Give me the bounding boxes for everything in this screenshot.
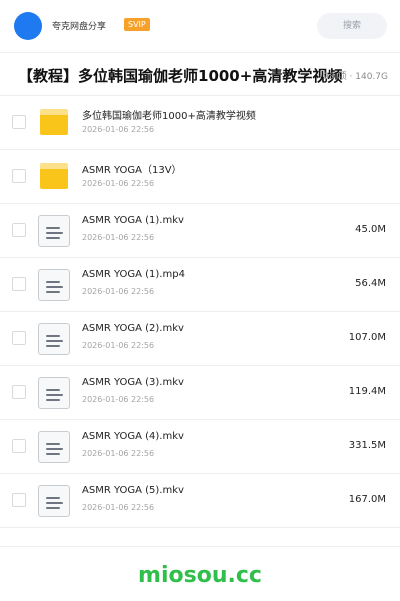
file-size: 56.4M (355, 278, 386, 289)
file-icon-box (38, 215, 70, 247)
file-row[interactable]: 多位韩国瑜伽老师1000+高清教学视频 2026-01-06 22:56 (0, 96, 400, 150)
file-icon (38, 215, 70, 247)
file-row[interactable]: ASMR YOGA (3).mkv 2026-01-06 22:56 119.4… (0, 366, 400, 420)
file-icon-line (46, 389, 60, 391)
file-name: ASMR YOGA (1).mkv (82, 215, 184, 226)
folder-icon (38, 161, 70, 193)
file-date: 2026-01-06 22:56 (82, 179, 155, 188)
file-size: 119.4M (348, 386, 386, 397)
file-name: 多位韩国瑜伽老师1000+高清教学视频 (82, 111, 256, 122)
file-icon (38, 269, 70, 301)
file-icon-line (46, 237, 60, 239)
file-icon-line (46, 394, 63, 396)
file-size: 107.0M (348, 332, 386, 343)
user-avatar[interactable] (14, 12, 42, 40)
file-row[interactable]: ASMR YOGA (4).mkv 2026-01-06 22:56 331.5… (0, 420, 400, 474)
file-icon-line (46, 453, 60, 455)
file-icon-line (46, 335, 60, 337)
share-meta: 93 项 · 140.7G (323, 72, 388, 82)
file-icon-line (46, 448, 63, 450)
select-checkbox[interactable] (12, 331, 26, 345)
select-checkbox[interactable] (12, 439, 26, 453)
select-checkbox[interactable] (12, 223, 26, 237)
file-name: ASMR YOGA (1).mp4 (82, 269, 185, 280)
select-checkbox[interactable] (12, 115, 26, 129)
select-checkbox[interactable] (12, 493, 26, 507)
file-date: 2026-01-06 22:56 (82, 233, 155, 242)
select-checkbox[interactable] (12, 277, 26, 291)
file-icon-line (46, 227, 60, 229)
page-title: 【教程】多位韩国瑜伽老师1000+高清教学视频 (18, 67, 343, 85)
folder-icon-tab (40, 109, 68, 115)
file-icon-line (46, 507, 60, 509)
svip-badge: SVIP (124, 18, 150, 31)
file-size: 331.5M (348, 440, 386, 451)
app-name: 夸克网盘分享 (52, 22, 107, 32)
select-checkbox[interactable] (12, 169, 26, 183)
file-icon-box (38, 485, 70, 517)
share-title-bar: 【教程】多位韩国瑜伽老师1000+高清教学视频 93 项 · 140.7G (0, 53, 400, 96)
file-row[interactable]: ASMR YOGA (1).mp4 2026-01-06 22:56 56.4M (0, 258, 400, 312)
file-icon (38, 431, 70, 463)
file-date: 2026-01-06 22:56 (82, 287, 155, 296)
file-icon (38, 485, 70, 517)
file-row[interactable]: ASMR YOGA (1).mkv 2026-01-06 22:56 45.0M (0, 204, 400, 258)
file-icon-box (38, 323, 70, 355)
file-list: 多位韩国瑜伽老师1000+高清教学视频 2026-01-06 22:56 ASM… (0, 96, 400, 528)
footer: miosou.cc (0, 546, 400, 601)
file-row[interactable]: ASMR YOGA（13V） 2026-01-06 22:56 (0, 150, 400, 204)
file-icon-line (46, 399, 60, 401)
file-date: 2026-01-06 22:56 (82, 395, 155, 404)
file-date: 2026-01-06 22:56 (82, 449, 155, 458)
file-icon-line (46, 281, 60, 283)
folder-icon (38, 107, 70, 139)
file-icon-line (46, 291, 60, 293)
file-name: ASMR YOGA（13V） (82, 165, 182, 176)
file-icon-box (38, 377, 70, 409)
file-icon-line (46, 345, 60, 347)
watermark-text: miosou.cc (138, 563, 262, 588)
search-input[interactable]: 搜索 (317, 13, 387, 39)
file-icon (38, 323, 70, 355)
file-date: 2026-01-06 22:56 (82, 503, 155, 512)
file-icon (38, 377, 70, 409)
file-icon-line (46, 443, 60, 445)
file-size: 167.0M (348, 494, 386, 505)
file-icon-box (38, 269, 70, 301)
file-name: ASMR YOGA (2).mkv (82, 323, 184, 334)
file-icon-line (46, 340, 63, 342)
folder-icon-tab (40, 163, 68, 169)
file-icon-line (46, 497, 60, 499)
file-date: 2026-01-06 22:56 (82, 125, 155, 134)
file-icon-line (46, 502, 63, 504)
file-row[interactable]: ASMR YOGA (5).mkv 2026-01-06 22:56 167.0… (0, 474, 400, 528)
file-date: 2026-01-06 22:56 (82, 341, 155, 350)
file-icon-line (46, 232, 63, 234)
file-name: ASMR YOGA (3).mkv (82, 377, 184, 388)
top-header: 夸克网盘分享 SVIP 搜索 (0, 0, 400, 53)
file-row[interactable]: ASMR YOGA (2).mkv 2026-01-06 22:56 107.0… (0, 312, 400, 366)
file-icon-line (46, 286, 63, 288)
file-name: ASMR YOGA (4).mkv (82, 431, 184, 442)
select-checkbox[interactable] (12, 385, 26, 399)
file-icon-box (38, 431, 70, 463)
file-size: 45.0M (355, 224, 386, 235)
file-name: ASMR YOGA (5).mkv (82, 485, 184, 496)
